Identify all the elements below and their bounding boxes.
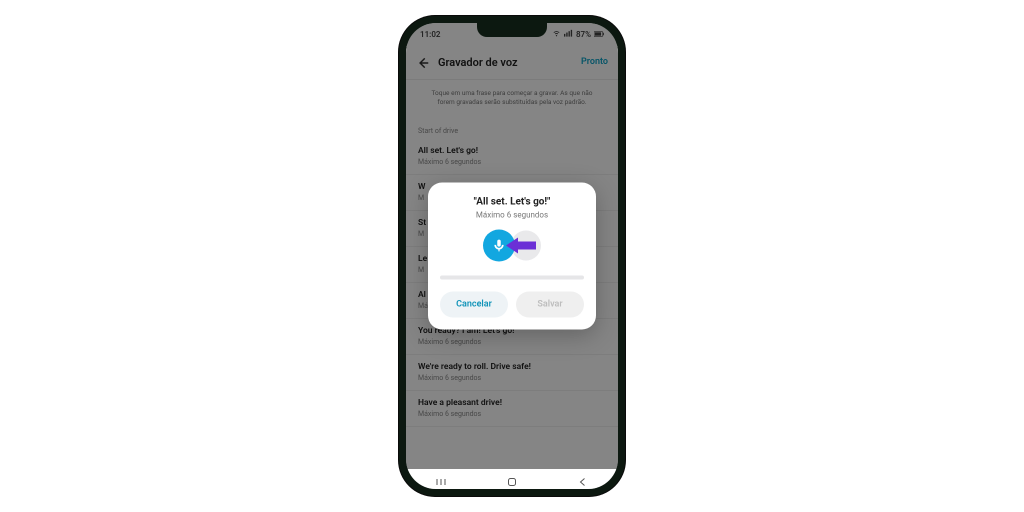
- record-dialog: "All set. Let's go!" Máximo 6 segundos C…: [428, 183, 596, 330]
- android-navbar: [406, 469, 618, 489]
- phone-frame: 11:02 87% Grava: [399, 16, 625, 496]
- progress-bar: [440, 276, 584, 280]
- dialog-subtitle: Máximo 6 segundos: [440, 211, 584, 220]
- dialog-phrase: "All set. Let's go!": [440, 197, 584, 208]
- battery-text: 87%: [576, 30, 591, 39]
- home-icon[interactable]: [506, 473, 518, 485]
- save-button[interactable]: Salvar: [516, 292, 584, 318]
- notch: [477, 23, 547, 37]
- recents-icon[interactable]: [435, 473, 447, 485]
- wifi-icon: [552, 29, 561, 39]
- back-nav-icon[interactable]: [577, 473, 589, 485]
- pointer-arrow-icon: [506, 236, 536, 256]
- signal-icon: [564, 29, 573, 39]
- screen: 11:02 87% Grava: [406, 23, 618, 489]
- microphone-icon: [492, 239, 506, 253]
- status-time: 11:02: [420, 30, 440, 39]
- battery-icon: [594, 30, 604, 39]
- cancel-button[interactable]: Cancelar: [440, 292, 508, 318]
